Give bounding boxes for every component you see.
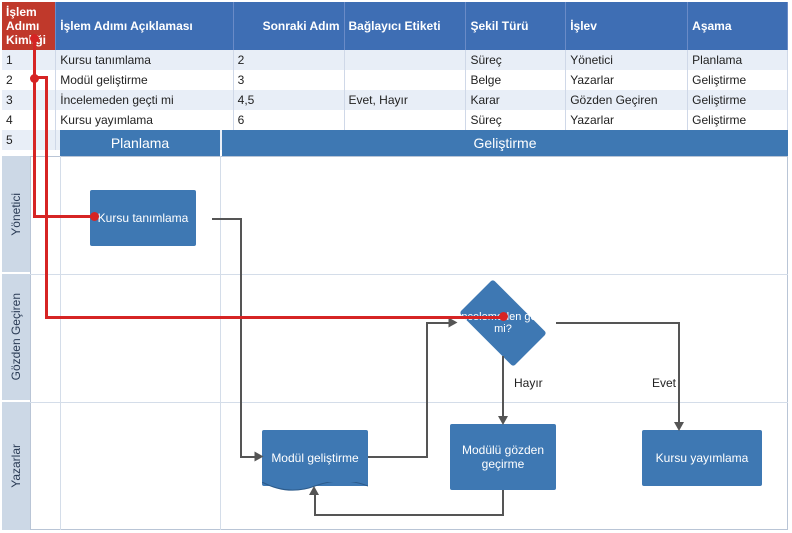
callout-dot-define	[90, 212, 99, 221]
th-conn: Bağlayıcı Etiketi	[344, 2, 466, 50]
shape-develop-module: Modül geliştirme	[262, 430, 368, 486]
lane-label-reviewer: Gözden Geçiren	[2, 274, 30, 400]
edge-label-yes: Evet	[652, 376, 676, 390]
shape-review-module: Modülü gözden geçirme	[450, 424, 556, 490]
edge-label-no: Hayır	[514, 376, 543, 390]
phase-header-plan: Planlama	[60, 130, 220, 156]
lane-label-writers: Yazarlar	[2, 402, 30, 530]
th-id: İşlem Adımı Kimliği	[2, 2, 56, 50]
shape-decision-review: İncelemeden geçti mi?	[450, 290, 556, 356]
table-header-row: İşlem Adımı Kimliği İşlem Adımı Açıklama…	[2, 2, 788, 50]
lane-label-manager: Yönetici	[2, 156, 30, 272]
table-row: 2 Modül geliştirme 3 Belge Yazarlar Geli…	[2, 70, 788, 90]
th-func: İşlev	[566, 2, 688, 50]
th-shape: Şekil Türü	[466, 2, 566, 50]
th-next: Sonraki Adım	[233, 2, 344, 50]
th-desc: İşlem Adımı Açıklaması	[56, 2, 233, 50]
shape-define-course: Kursu tanımlama	[90, 190, 196, 246]
th-phase: Aşama	[688, 2, 788, 50]
swimlane-diagram: Planlama Geliştirme Yönetici Gözden Geçi…	[2, 130, 788, 530]
table-row: 3 İncelemeden geçti mi 4,5 Evet, Hayır K…	[2, 90, 788, 110]
shape-publish-course: Kursu yayımlama	[642, 430, 762, 486]
callout-dot-decision	[499, 312, 508, 321]
table-row: 4 Kursu yayımlama 6 Süreç Yazarlar Geliş…	[2, 110, 788, 130]
phase-header-dev: Geliştirme	[222, 130, 788, 156]
process-table: İşlem Adımı Kimliği İşlem Adımı Açıklama…	[2, 2, 788, 150]
table-row: 1 Kursu tanımlama 2 Süreç Yönetici Planl…	[2, 50, 788, 70]
